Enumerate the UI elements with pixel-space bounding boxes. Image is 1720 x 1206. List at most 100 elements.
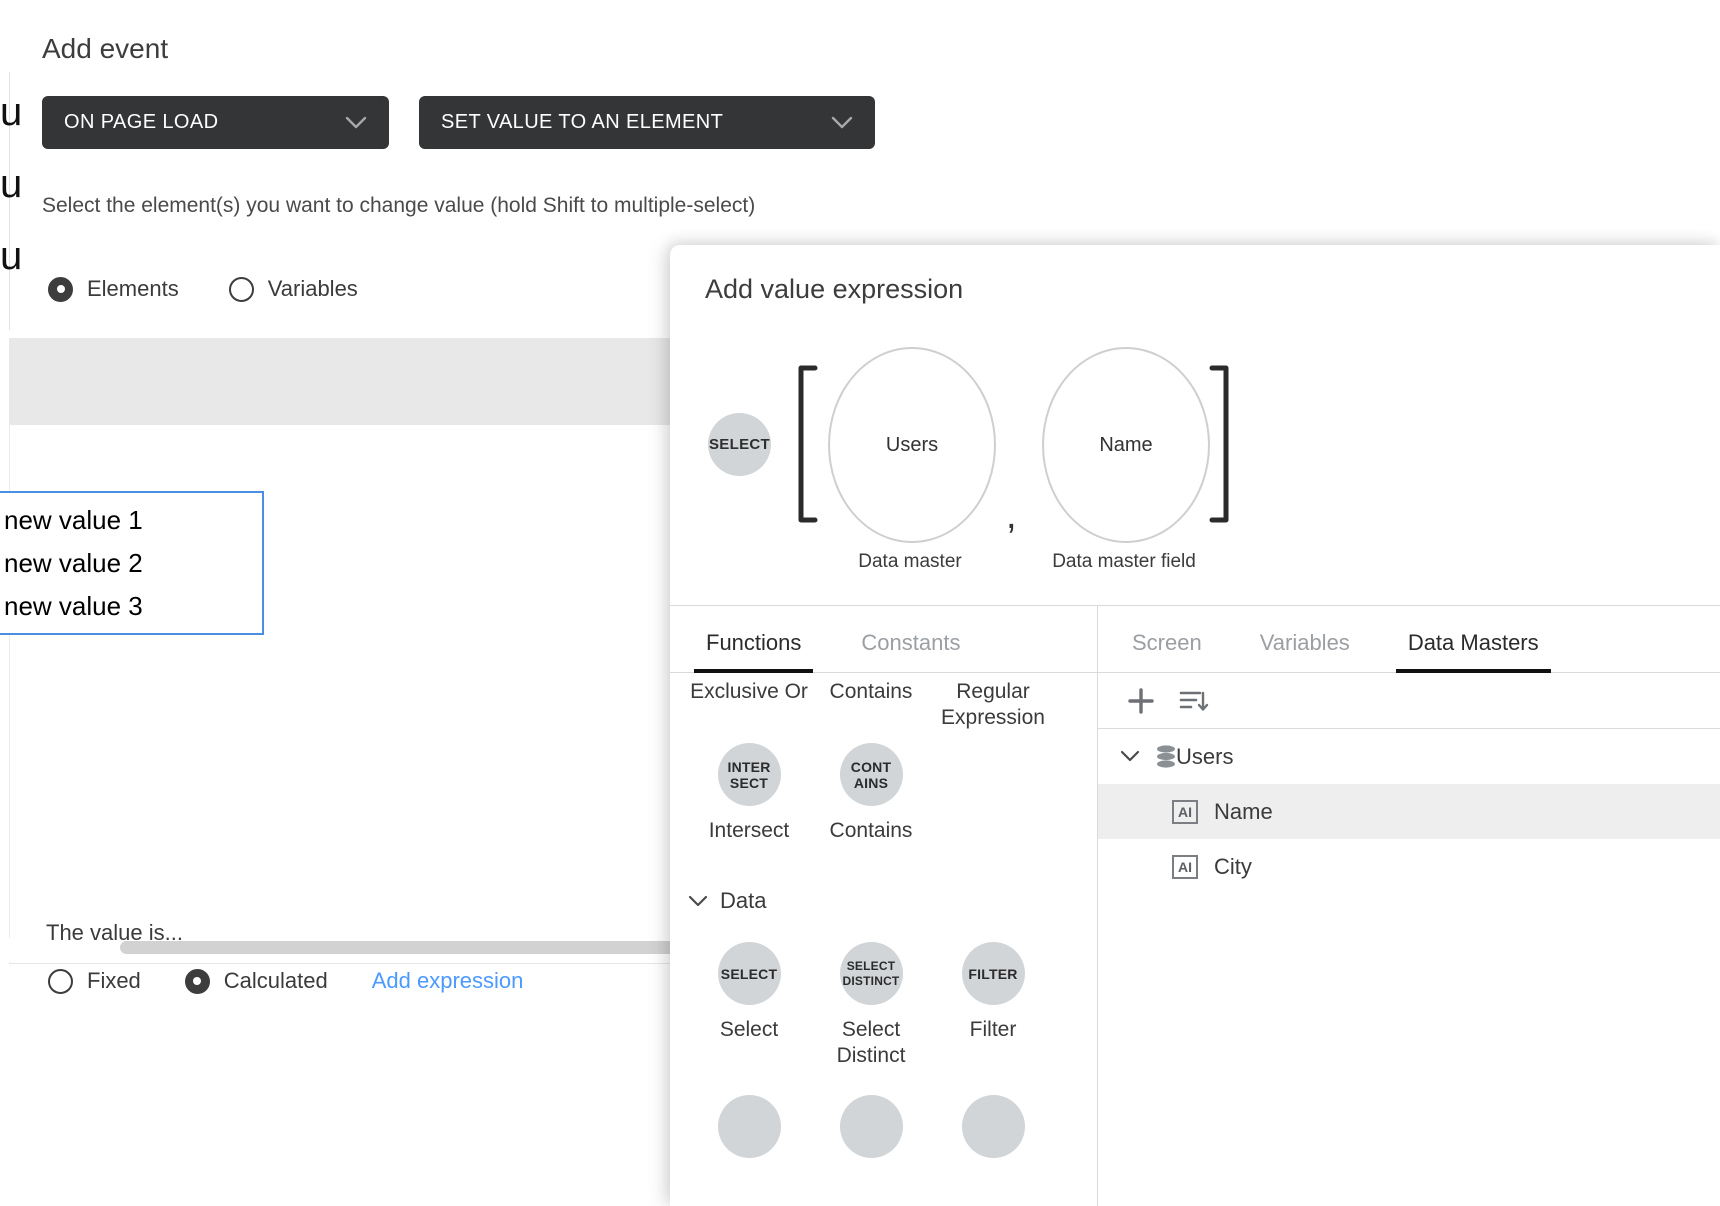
add-expression-link[interactable]: Add expression — [372, 968, 524, 994]
tab-functions[interactable]: Functions — [702, 630, 805, 672]
value-line: new value 3 — [4, 585, 252, 628]
right-bracket-icon — [1208, 364, 1232, 524]
glyph-line: SELECT — [847, 959, 896, 974]
function-item-select-distinct[interactable]: SELECT DISTINCT Select Distinct — [810, 942, 932, 1069]
expression-canvas: SELECT Users Data master , Name Data mas… — [670, 340, 1720, 580]
chevron-down-icon[interactable] — [1120, 750, 1140, 763]
event-trigger-dropdown[interactable]: ON PAGE LOAD — [42, 96, 389, 149]
functions-row-next-clipped — [670, 1095, 1097, 1158]
function-item[interactable] — [932, 1095, 1054, 1158]
radio-indicator-fixed[interactable] — [48, 969, 73, 994]
functions-tabbar: Functions Constants — [670, 606, 1097, 673]
expression-slot-value: Users — [886, 434, 938, 457]
function-item-select[interactable]: SELECT Select — [688, 942, 810, 1069]
filter-icon: FILTER — [962, 942, 1025, 1005]
horizontal-scrollbar-thumb[interactable] — [120, 941, 680, 954]
function-caption: Select Distinct — [810, 1017, 932, 1069]
add-value-expression-panel: Add value expression SELECT Users Data m… — [670, 245, 1720, 1206]
value-editor-cell[interactable]: new value 1 new value 2 new value 3 — [0, 491, 264, 635]
tree-leaf-name[interactable]: AI Name — [1098, 784, 1720, 839]
function-caption: Regular Expression — [932, 679, 1054, 731]
functions-column: Functions Constants Exclusive Or Contain… — [670, 606, 1098, 1206]
function-item-contains[interactable]: CONT AINS Contains — [810, 743, 932, 844]
radio-indicator-variables[interactable] — [229, 277, 254, 302]
function-item[interactable]: Exclusive Or — [688, 679, 810, 731]
expression-slot-caption: Data master — [828, 551, 992, 573]
tab-variables[interactable]: Variables — [1256, 630, 1354, 672]
functions-row-clipped: Exclusive Or Contains Regular Expression — [670, 679, 1097, 731]
radio-option-calculated[interactable]: Calculated — [185, 968, 328, 994]
tree-node-label: Users — [1176, 744, 1233, 770]
function-item-intersect[interactable]: INTER SECT Intersect — [688, 743, 810, 844]
value-line: new value 1 — [4, 499, 252, 542]
glyph-line: INTER — [728, 759, 771, 775]
functions-scroll-area[interactable]: Exclusive Or Contains Regular Expression… — [670, 673, 1097, 1206]
app-root: u u u Add event ON PAGE LOAD SET VALUE T… — [0, 0, 1720, 1206]
cut-letter: u — [0, 76, 22, 148]
radio-label-calculated: Calculated — [224, 968, 328, 994]
glyph-line: CONT — [851, 759, 891, 775]
expression-operator-select[interactable]: SELECT — [708, 413, 771, 476]
function-item[interactable]: Regular Expression — [932, 679, 1054, 731]
chevron-down-icon — [688, 895, 708, 908]
function-group-label: Data — [720, 888, 766, 914]
expression-panel-title: Add value expression — [705, 274, 963, 305]
intersect-icon: INTER SECT — [718, 743, 781, 806]
expression-slot-data-master[interactable]: Users — [828, 347, 996, 543]
function-item-filter[interactable]: FILTER Filter — [932, 942, 1054, 1069]
sources-tabbar: Screen Variables Data Masters — [1098, 606, 1720, 673]
radio-option-elements[interactable]: Elements — [48, 276, 179, 302]
section-divider — [9, 963, 670, 964]
glyph-line: DISTINCT — [843, 974, 900, 989]
sort-descending-icon[interactable] — [1178, 687, 1210, 715]
data-masters-tree: Users AI Name AI City — [1098, 729, 1720, 894]
radio-option-variables[interactable]: Variables — [229, 276, 358, 302]
text-field-icon: AI — [1172, 855, 1198, 879]
value-section-title: The value is... — [46, 920, 183, 946]
tab-data-masters[interactable]: Data Masters — [1404, 630, 1543, 672]
radio-option-fixed[interactable]: Fixed — [48, 968, 141, 994]
value-mode-radio-group: Fixed Calculated Add expression — [48, 968, 523, 994]
function-caption: Select — [720, 1017, 778, 1043]
radio-indicator-elements[interactable] — [48, 277, 73, 302]
tab-constants[interactable]: Constants — [857, 630, 964, 672]
select-icon: SELECT — [718, 942, 781, 1005]
function-caption: Contains — [830, 679, 913, 705]
chevron-down-icon — [831, 116, 853, 130]
plus-icon[interactable] — [1126, 686, 1156, 716]
event-action-dropdown[interactable]: SET VALUE TO AN ELEMENT — [419, 96, 875, 149]
tree-toolbar — [1098, 673, 1720, 729]
expression-slot-caption: Data master field — [1020, 551, 1228, 573]
expression-slot-data-master-field[interactable]: Name — [1042, 347, 1210, 543]
glyph-line: SELECT — [721, 966, 777, 982]
tree-node-users[interactable]: Users — [1098, 729, 1720, 784]
tab-screen[interactable]: Screen — [1128, 630, 1206, 672]
function-caption: Exclusive Or — [690, 679, 808, 705]
radio-label-fixed: Fixed — [87, 968, 141, 994]
cut-letter: u — [0, 220, 22, 292]
value-line: new value 2 — [4, 542, 252, 585]
sources-column: Screen Variables Data Masters — [1098, 606, 1720, 1206]
left-bracket-icon — [795, 364, 819, 524]
functions-row-data: SELECT Select SELECT DISTINCT Select Dis… — [670, 942, 1097, 1069]
function-caption: Intersect — [709, 818, 790, 844]
functions-row-logic: INTER SECT Intersect CONT AINS Contains — [670, 743, 1097, 844]
radio-indicator-calculated[interactable] — [185, 969, 210, 994]
glyph-line: SECT — [730, 775, 768, 791]
page-title: Add event — [42, 33, 168, 65]
function-glyph-icon — [962, 1095, 1025, 1158]
expression-slot-value: Name — [1099, 434, 1152, 457]
radio-label-variables: Variables — [268, 276, 358, 302]
tree-leaf-label: City — [1214, 854, 1252, 880]
tree-leaf-city[interactable]: AI City — [1098, 839, 1720, 894]
expression-separator: , — [1006, 497, 1017, 535]
function-item[interactable]: Contains — [810, 679, 932, 731]
database-icon — [1154, 744, 1178, 770]
function-item[interactable] — [810, 1095, 932, 1158]
chevron-down-icon — [345, 116, 367, 130]
function-group-data[interactable]: Data — [670, 888, 1097, 914]
function-item[interactable] — [688, 1095, 810, 1158]
contains-icon: CONT AINS — [840, 743, 903, 806]
function-caption: Filter — [970, 1017, 1017, 1043]
select-distinct-icon: SELECT DISTINCT — [840, 942, 903, 1005]
